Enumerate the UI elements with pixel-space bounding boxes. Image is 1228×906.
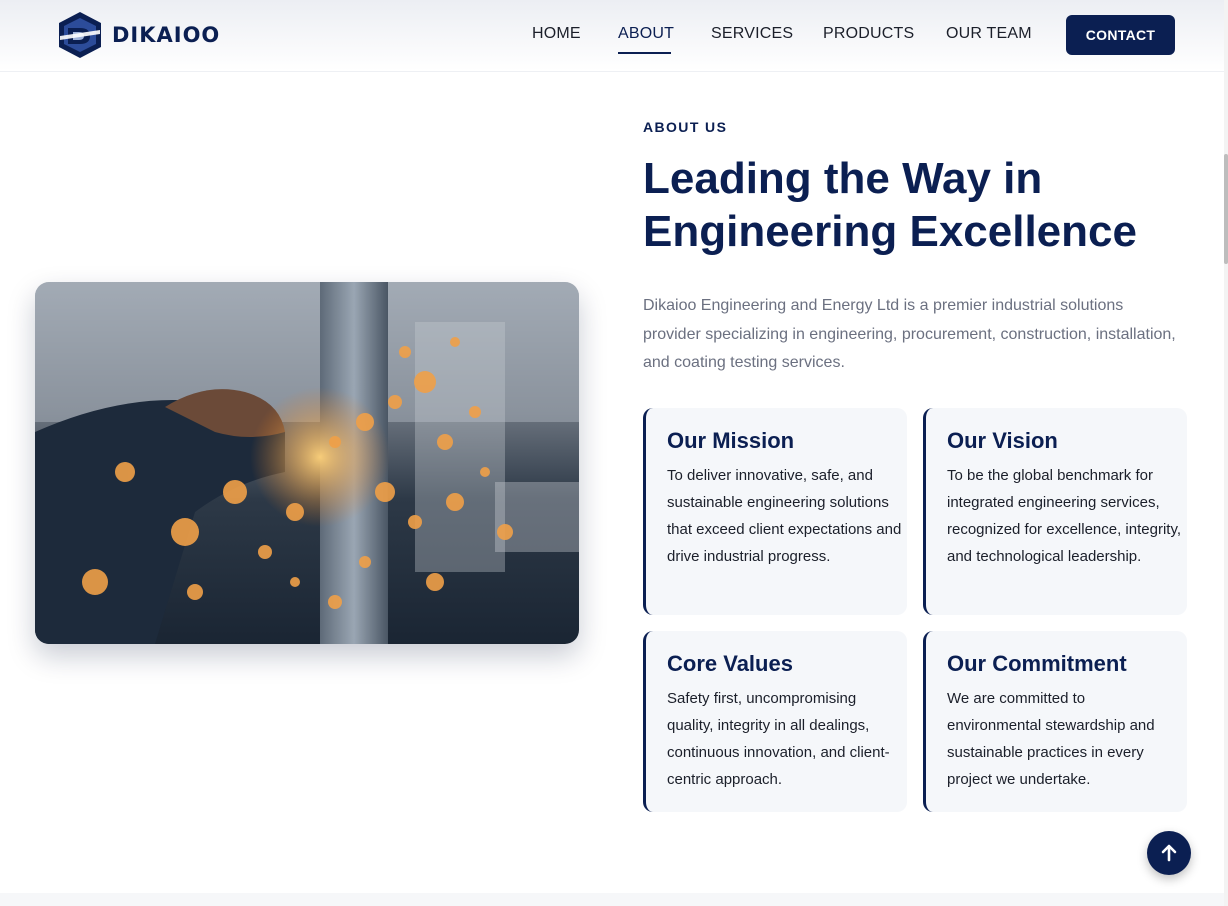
headline-line-2: Engineering Excellence xyxy=(643,207,1137,256)
section-eyebrow: ABOUT US xyxy=(643,119,728,135)
welder-sparks-illustration xyxy=(35,282,579,644)
nav-products[interactable]: PRODUCTS xyxy=(823,25,914,43)
card-title: Our Commitment xyxy=(947,651,1127,676)
contact-button[interactable]: CONTACT xyxy=(1066,15,1175,55)
headline-line-1: Leading the Way in xyxy=(643,154,1043,203)
card-title: Our Mission xyxy=(667,428,795,453)
dikaioo-logo-icon xyxy=(59,12,101,58)
active-nav-underline xyxy=(618,52,671,54)
vision-card: Our Vision To be the global benchmark fo… xyxy=(923,408,1187,615)
nav-about[interactable]: ABOUT xyxy=(618,25,674,43)
mission-card: Our Mission To deliver innovative, safe,… xyxy=(643,408,907,615)
nav-home[interactable]: HOME xyxy=(532,25,581,43)
card-text: To deliver innovative, safe, and sustain… xyxy=(667,467,902,565)
site-header: DIKAIOO HOME ABOUT SERVICES PRODUCTS OUR… xyxy=(0,0,1228,72)
section-headline: Leading the Way in Engineering Excellenc… xyxy=(643,152,1203,258)
next-section-edge xyxy=(0,893,1224,906)
back-to-top-button[interactable] xyxy=(1147,831,1191,875)
core-values-card: Core Values Safety first, uncompromising… xyxy=(643,631,907,812)
commitment-card: Our Commitment We are committed to envir… xyxy=(923,631,1187,812)
card-text: To be the global benchmark for integrate… xyxy=(947,467,1182,565)
brand-logo[interactable]: DIKAIOO xyxy=(54,9,220,61)
brand-name: DIKAIOO xyxy=(112,23,221,47)
nav-our-team[interactable]: OUR TEAM xyxy=(946,25,1032,43)
card-text: We are committed to environmental stewar… xyxy=(947,690,1155,788)
scrollbar-thumb[interactable] xyxy=(1224,154,1228,264)
nav-services[interactable]: SERVICES xyxy=(711,25,793,43)
welder-sparks-image xyxy=(35,282,579,644)
card-text: Safety first, uncompromising quality, in… xyxy=(667,690,890,788)
page-scrollbar[interactable] xyxy=(1224,0,1228,906)
section-intro: Dikaioo Engineering and Energy Ltd is a … xyxy=(643,297,1176,371)
card-title: Our Vision xyxy=(947,428,1058,453)
card-title: Core Values xyxy=(667,651,793,676)
arrow-up-icon xyxy=(1161,844,1177,862)
